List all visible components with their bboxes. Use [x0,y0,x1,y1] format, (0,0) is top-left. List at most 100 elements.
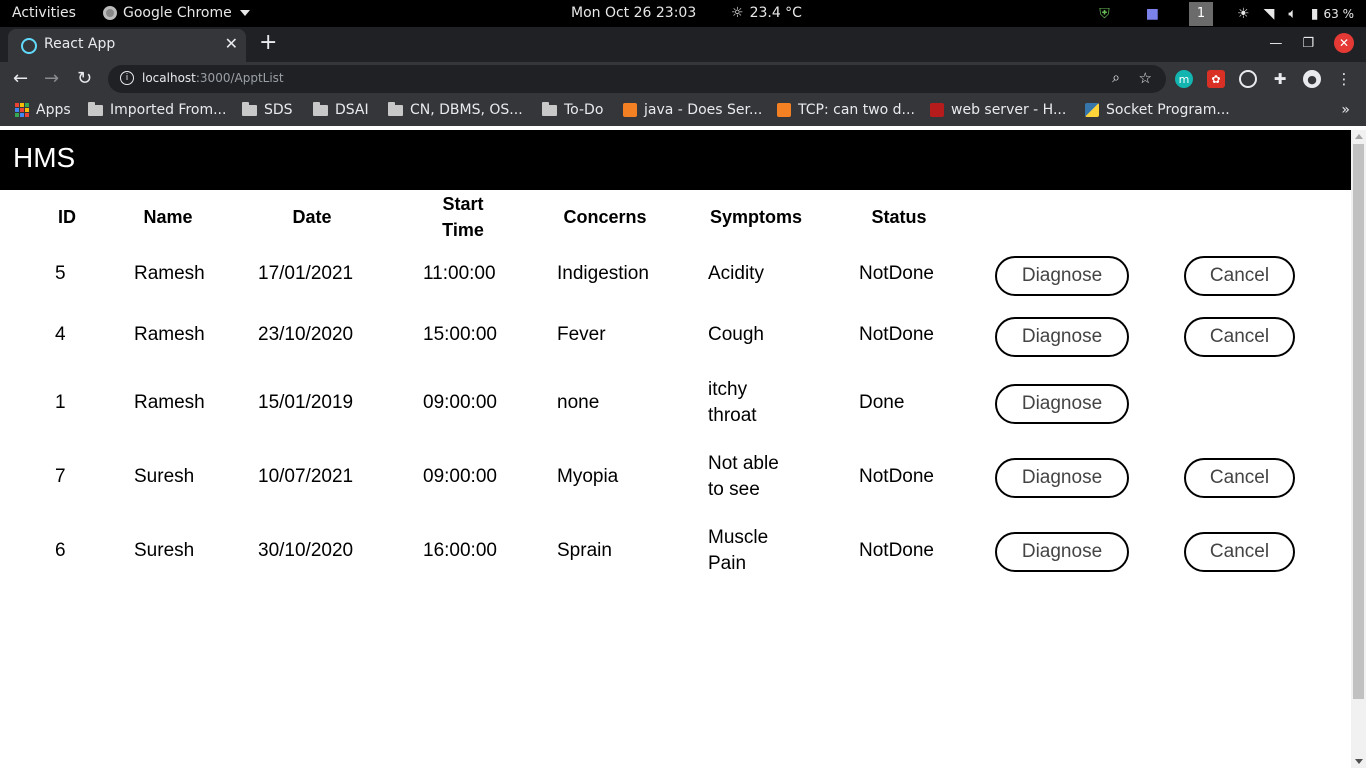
cell-status: Done [859,392,905,413]
cell-date: 15/01/2019 [258,392,354,413]
shield-icon[interactable]: ⛨ [1099,6,1110,22]
cell-concerns: none [557,392,600,413]
app-menu-label: Google Chrome [123,5,232,21]
chevron-down-icon [239,10,250,16]
activities-button[interactable]: Activities [12,5,76,21]
more-bookmarks-icon[interactable]: » [1341,102,1350,118]
bookmark-cn-dbms-os[interactable]: CN, DBMS, OS... [388,101,523,118]
cell-start-time: 16:00:00 [423,540,497,561]
clock[interactable]: Mon Oct 26 23:03 [571,5,696,21]
header-date: Date [292,207,332,227]
header-status: Status [871,207,927,227]
bookmark-sds[interactable]: SDS [242,101,293,118]
app-menu[interactable]: Google Chrome [103,5,250,21]
cell-status: NotDone [859,540,934,561]
wifi-icon[interactable]: ◥ [1264,6,1275,22]
header-id: ID [58,207,76,227]
url-path: :3000/ApptList [195,71,284,85]
scrollbar-thumb[interactable] [1353,144,1364,699]
folder-icon [542,101,557,116]
diagnose-button[interactable]: Diagnose [995,458,1129,498]
profile-icon[interactable]: ● [1303,70,1321,88]
scroll-up-icon[interactable] [1355,134,1363,139]
bookmark-java[interactable]: java - Does Ser... [623,102,762,118]
teams-icon[interactable]: ■ [1146,6,1159,22]
kebab-menu-icon[interactable]: ⋮ [1335,70,1353,88]
react-icon [21,38,37,54]
cell-name: Ramesh [134,392,205,413]
page-scrollbar[interactable] [1351,130,1366,768]
puzzle-icon[interactable]: ✚ [1271,70,1289,88]
diagnose-button[interactable]: Diagnose [995,384,1129,424]
brand-title[interactable]: HMS [13,142,75,174]
bookmark-star-icon[interactable]: ☆ [1139,69,1152,87]
bookmark-apps[interactable]: Apps [15,102,71,118]
diagnose-button[interactable]: Diagnose [995,256,1129,296]
cancel-button[interactable]: Cancel [1184,458,1295,498]
folder-icon [313,101,328,116]
brightness-icon[interactable]: ☀ [1237,6,1250,22]
diagnose-button[interactable]: Diagnose [995,317,1129,357]
cell-status: NotDone [859,324,934,345]
weather-indicator[interactable]: ☼ 23.4 °C [731,5,802,21]
cell-name: Suresh [134,540,195,561]
cell-symptoms: itchy throat [708,379,757,426]
cell-id: 7 [55,466,66,487]
volume-icon[interactable]: 🔈︎ [1288,6,1296,22]
cancel-button[interactable]: Cancel [1184,317,1295,357]
app-header: HMS [0,130,1351,190]
header-symptoms: Symptoms [709,207,803,227]
close-window-icon[interactable]: ✕ [1334,33,1354,53]
cell-symptoms: Muscle Pain [708,527,769,574]
address-bar[interactable]: i localhost:3000/ApptList ⌕ ☆ [108,65,1166,93]
back-icon[interactable]: ← [13,68,28,89]
bookmark-dsai[interactable]: DSAI [313,101,369,118]
minimize-icon[interactable]: — [1269,36,1282,51]
bookmark-label: DSAI [335,102,369,118]
bookmark-todo[interactable]: To-Do [542,101,604,118]
battery-percentage: 63 % [1323,6,1355,21]
bookmark-label: SDS [264,102,293,118]
bookmark-socket[interactable]: Socket Program... [1085,102,1230,118]
cell-start-time: 11:00:00 [423,263,496,284]
cancel-button[interactable]: Cancel [1184,256,1295,296]
browser-tab[interactable]: React App ✕ [8,29,246,62]
forward-icon[interactable]: → [44,68,59,89]
extension-circle-icon[interactable] [1239,70,1257,88]
tab-strip: React App ✕ + — ❐ ✕ [0,27,1366,62]
bookmark-label: Socket Program... [1106,102,1230,118]
close-tab-icon[interactable]: ✕ [225,34,238,53]
python-icon [1085,103,1099,117]
extension-red-icon[interactable]: ✿ [1207,70,1225,88]
cancel-button[interactable]: Cancel [1184,532,1295,572]
reload-icon[interactable]: ↻ [77,68,92,89]
zoom-icon[interactable]: ⌕ [1112,70,1120,86]
url-text[interactable]: localhost:3000/ApptList [142,71,284,85]
info-icon[interactable]: i [120,71,134,85]
apps-grid-icon [15,103,29,117]
cell-date: 17/01/2021 [258,263,354,284]
workspace-indicator[interactable]: 1 [1189,1,1214,26]
bookmark-tcp[interactable]: TCP: can two d... [777,102,915,118]
diagnose-button[interactable]: Diagnose [995,532,1129,572]
battery-icon[interactable]: ▮ [1311,6,1319,22]
bookmark-label: java - Does Ser... [644,102,763,118]
new-tab-button[interactable]: + [259,30,277,55]
serverfault-icon [930,103,944,117]
header-concerns: Concerns [563,207,647,227]
bookmark-imported[interactable]: Imported From... [88,101,226,118]
stackoverflow-icon [777,103,791,117]
window-controls: — ❐ ✕ [1269,33,1354,53]
restore-icon[interactable]: ❐ [1302,36,1314,51]
cell-concerns: Fever [557,324,606,345]
cell-id: 4 [55,324,66,345]
extension-m-icon[interactable]: m [1175,70,1193,88]
bookmark-web-server[interactable]: web server - H... [930,102,1066,118]
header-start-time: Start Time [442,194,484,240]
cell-concerns: Myopia [557,466,619,487]
scroll-down-icon[interactable] [1355,759,1363,764]
folder-icon [88,101,103,116]
cell-name: Ramesh [134,324,205,345]
bookmark-label: To-Do [564,102,604,118]
cell-date: 23/10/2020 [258,324,354,345]
